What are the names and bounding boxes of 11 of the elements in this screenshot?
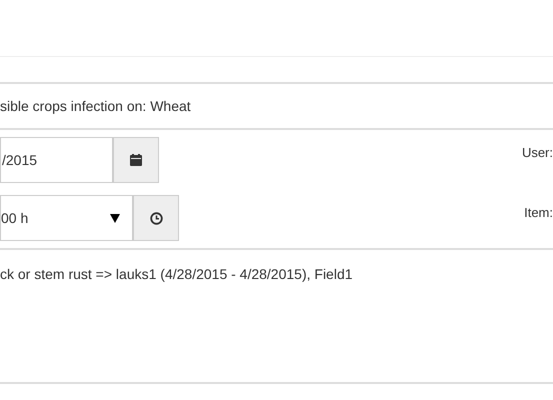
clock-button[interactable]: [133, 195, 179, 241]
dropdown-caret-icon: [110, 214, 120, 222]
field-label: User:: [522, 144, 553, 162]
time-select[interactable]: 00 h: [0, 195, 133, 241]
calendar-icon: [130, 154, 142, 166]
infection-entry: ck or stem rust => lauks1 (4/28/2015 - 4/28/2015), Field1: [0, 266, 353, 282]
calendar-button[interactable]: [113, 137, 159, 183]
panel-title: sible crops infection on: Wheat: [0, 96, 191, 116]
field-label: Item:: [524, 204, 553, 222]
clock-icon: [150, 212, 162, 224]
date-field[interactable]: /2015: [0, 137, 113, 183]
